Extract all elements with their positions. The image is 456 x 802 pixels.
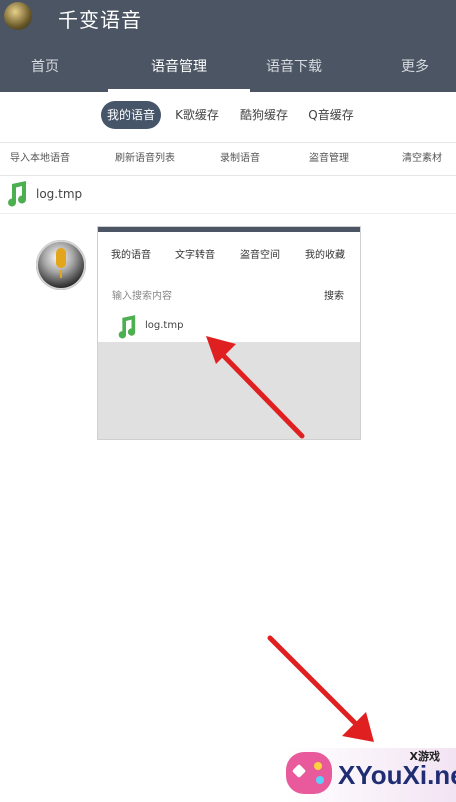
tab-more[interactable]: 更多 <box>380 42 450 92</box>
panel-tabs: 我的语音 文字转音 盗音空间 我的收藏 <box>98 232 360 277</box>
mic-stand-shape <box>60 270 62 278</box>
app-bar: 千变语音 首页 语音管理 语音下载 更多 <box>0 0 456 92</box>
microphone-icon[interactable] <box>36 240 86 290</box>
panel-tab-text-to-voice[interactable]: 文字转音 <box>175 246 215 261</box>
subtab-kugou-cache[interactable]: 酷狗缓存 <box>234 101 294 129</box>
panel-tab-my-voice[interactable]: 我的语音 <box>111 246 151 261</box>
file-name: log.tmp <box>36 187 83 201</box>
panel-file-name: log.tmp <box>145 320 184 331</box>
subtab-k-cache[interactable]: K歌缓存 <box>168 101 226 129</box>
main-tabs: 首页 语音管理 语音下载 更多 <box>0 42 456 92</box>
panel-tab-favorites[interactable]: 我的收藏 <box>305 246 345 261</box>
list-item[interactable]: log.tmp <box>0 175 456 214</box>
app-title: 千变语音 <box>58 8 142 32</box>
gamepad-icon <box>286 752 332 794</box>
panel-search-button[interactable]: 搜索 <box>324 287 344 302</box>
subtab-my-voice[interactable]: 我的语音 <box>101 101 161 129</box>
refresh-voice-list-button[interactable]: 刷新语音列表 <box>115 143 175 175</box>
sub-tabs: 我的语音 K歌缓存 酷狗缓存 Q音缓存 <box>0 95 456 137</box>
title-row: 千变语音 <box>0 0 456 38</box>
action-bar: 导入本地语音 刷新语音列表 录制语音 盗音管理 清空素材 <box>0 142 456 176</box>
tab-voice-download[interactable]: 语音下载 <box>250 42 338 92</box>
subtab-q-cache[interactable]: Q音缓存 <box>302 101 360 129</box>
panel-search-bar: 输入搜索内容 搜索 <box>98 276 360 313</box>
music-note-icon <box>8 181 27 207</box>
clear-material-button[interactable]: 清空素材 <box>402 143 442 175</box>
panel-tab-pirate-space[interactable]: 盗音空间 <box>240 246 280 261</box>
red-arrow-icon <box>206 336 305 439</box>
record-voice-button[interactable]: 录制语音 <box>220 143 260 175</box>
app-logo-icon <box>4 2 32 30</box>
tab-home[interactable]: 首页 <box>0 42 90 92</box>
mic-body-shape <box>56 248 66 268</box>
gamepad-dpad-shape <box>291 763 307 779</box>
red-arrow-icon <box>267 635 374 742</box>
watermark-logo: X游戏 XYouXi.net <box>286 738 456 802</box>
active-tab-indicator <box>108 89 250 92</box>
music-note-icon <box>118 315 136 339</box>
tab-voice-management[interactable]: 语音管理 <box>108 42 250 92</box>
watermark-en-text: XYouXi.net <box>338 760 456 790</box>
import-local-voice-button[interactable]: 导入本地语音 <box>10 143 70 175</box>
gamepad-button-shape <box>316 776 324 784</box>
gamepad-button-shape <box>314 762 322 770</box>
panel-search-input[interactable]: 输入搜索内容 <box>112 287 172 302</box>
pirate-voice-manage-button[interactable]: 盗音管理 <box>309 143 349 175</box>
